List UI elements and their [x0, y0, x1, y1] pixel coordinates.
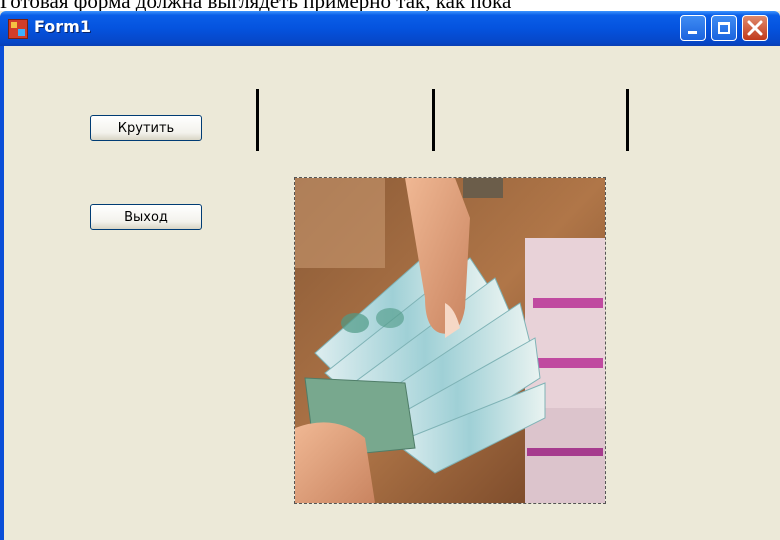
spin-button[interactable]: Крутить — [90, 115, 202, 141]
picture-box — [294, 177, 606, 504]
form-app-icon[interactable] — [8, 19, 28, 39]
slot-label-2 — [432, 89, 435, 151]
window-border — [0, 46, 4, 540]
form-window: Form1 Крутить Выход — [0, 11, 780, 540]
page-caption: Готовая форма должна выглядеть примерно … — [0, 0, 780, 11]
maximize-icon — [718, 22, 730, 34]
close-button[interactable] — [742, 15, 768, 41]
exit-button[interactable]: Выход — [90, 204, 202, 230]
minimize-icon — [688, 31, 697, 34]
window-title: Form1 — [34, 17, 91, 36]
maximize-button[interactable] — [711, 15, 737, 41]
title-bar[interactable]: Form1 — [0, 11, 780, 46]
close-icon — [747, 20, 763, 36]
slot-label-3 — [626, 89, 629, 151]
money-photo — [295, 178, 605, 503]
minimize-button[interactable] — [680, 15, 706, 41]
slot-label-1 — [256, 89, 259, 151]
